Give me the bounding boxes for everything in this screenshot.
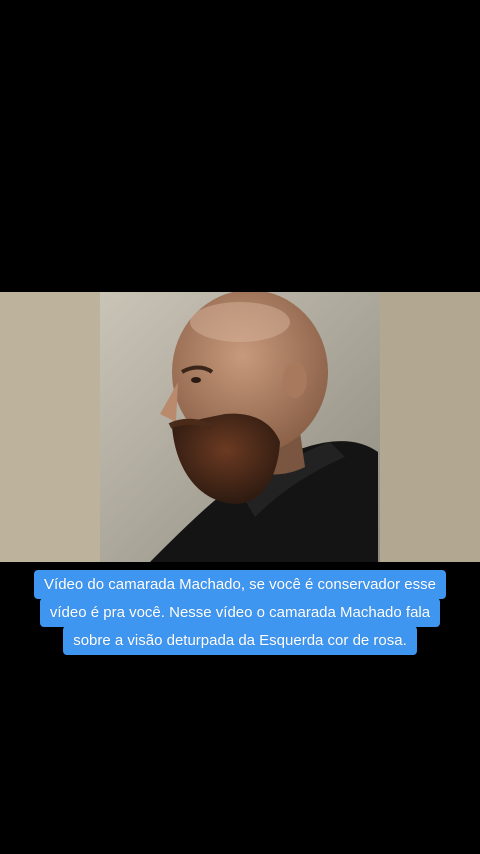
caption-line-3: sobre a visão deturpada da Esquerda cor … — [63, 626, 417, 655]
caption-overlay: Vídeo do camarada Machado, se você é con… — [0, 570, 480, 655]
video-frame[interactable] — [0, 292, 480, 562]
video-screen[interactable]: Vídeo do camarada Machado, se você é con… — [0, 0, 480, 854]
caption-line-2: vídeo é pra você. Nesse vídeo o camarada… — [39, 598, 441, 627]
video-still-image — [0, 292, 480, 562]
caption-line-1: Vídeo do camarada Machado, se você é con… — [34, 570, 446, 599]
